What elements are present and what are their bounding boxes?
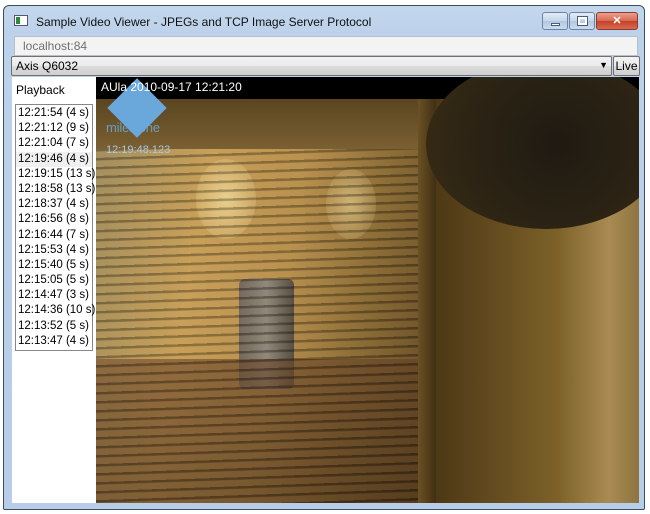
minimize-icon <box>543 13 567 29</box>
overlay-timestamp: 12:19:48.123 <box>106 144 171 156</box>
video-caption: AUla 2010-09-17 12:21:20 <box>101 80 242 94</box>
camera-select[interactable]: Axis Q6032 ▼ <box>11 56 612 76</box>
minimize-button[interactable] <box>542 12 568 30</box>
recording-item[interactable]: 12:21:12 (9 s) <box>16 121 92 136</box>
live-button[interactable]: Live <box>613 56 640 76</box>
recording-item[interactable]: 12:18:37 (4 s) <box>16 197 92 212</box>
app-icon <box>14 15 28 26</box>
dropdown-arrow-icon[interactable]: ▼ <box>599 60 608 70</box>
recording-item[interactable]: 12:15:40 (5 s) <box>16 258 92 273</box>
playback-label: Playback <box>16 83 65 97</box>
recording-item[interactable]: 12:19:46 (4 s) <box>16 151 92 167</box>
video-display[interactable]: AUla 2010-09-17 12:21:20 milestone 12:19… <box>96 77 639 503</box>
window-title: Sample Video Viewer - JPEGs and TCP Imag… <box>36 15 372 29</box>
maximize-icon <box>570 13 594 29</box>
recording-item[interactable]: 12:18:58 (13 s) <box>16 182 95 197</box>
server-address-input[interactable]: localhost:84 <box>14 36 638 56</box>
recording-item[interactable]: 12:14:47 (3 s) <box>16 288 92 303</box>
recording-item[interactable]: 12:15:05 (5 s) <box>16 273 92 288</box>
playback-panel: Playback 12:21:54 (4 s) 12:21:12 (9 s) 1… <box>12 77 96 503</box>
camera-image <box>96 77 639 503</box>
recording-item[interactable]: 12:21:04 (7 s) <box>16 136 92 151</box>
recording-item[interactable]: 12:21:54 (4 s) <box>16 106 92 121</box>
close-icon: ✕ <box>612 15 622 27</box>
camera-select-value: Axis Q6032 <box>16 59 79 73</box>
recording-item[interactable]: 12:16:44 (7 s) <box>16 228 92 243</box>
recording-item[interactable]: 12:15:53 (4 s) <box>16 243 92 258</box>
title-bar: Sample Video Viewer - JPEGs and TCP Imag… <box>4 6 644 36</box>
recording-item[interactable]: 12:19:15 (13 s) <box>16 167 95 182</box>
app-window: Sample Video Viewer - JPEGs and TCP Imag… <box>3 5 645 510</box>
close-button[interactable]: ✕ <box>596 12 638 30</box>
overlay-logo-text: milestone <box>106 120 160 135</box>
recording-item[interactable]: 12:13:52 (5 s) <box>16 319 92 334</box>
recording-item[interactable]: 12:14:36 (10 s) <box>16 303 95 318</box>
maximize-button[interactable] <box>569 12 595 30</box>
recordings-list[interactable]: 12:21:54 (4 s) 12:21:12 (9 s) 12:21:04 (… <box>15 104 95 351</box>
recording-item[interactable]: 12:16:56 (8 s) <box>16 212 92 227</box>
recording-item[interactable]: 12:13:47 (4 s) <box>16 334 92 349</box>
